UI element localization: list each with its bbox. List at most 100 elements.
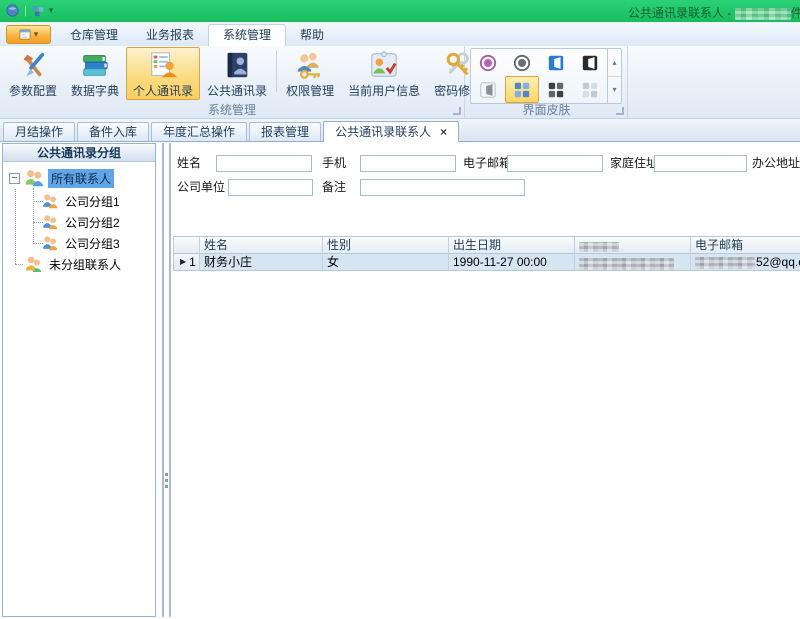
doc-tab-parts-inbound[interactable]: 备件入库: [77, 122, 149, 141]
public-contacts-label: 公共通讯录: [207, 82, 267, 99]
skin-squares-dark-icon: [547, 81, 565, 99]
grid-header-row: 姓名 性别 出生日期 电子邮箱: [174, 237, 800, 254]
name-label: 姓名: [177, 155, 201, 172]
skin-light-squares-disabled[interactable]: [573, 76, 607, 103]
email-input[interactable]: [507, 155, 603, 172]
ribbon-separator: [276, 50, 277, 92]
skin-office-blue-icon: [547, 54, 565, 72]
titlebar-separator: |: [24, 5, 27, 17]
tree-item-company-group1[interactable]: 公司分组1: [41, 191, 123, 211]
ribbon-tab-help[interactable]: 帮助: [286, 24, 338, 46]
skin-squares-light-icon: [581, 81, 599, 99]
system-group-label: 系统管理: [0, 103, 464, 117]
quick-access-icon[interactable]: [32, 5, 44, 17]
title-bar: | ▾ 公共通讯录联系人 - 件科: [0, 0, 800, 22]
personal-contacts-icon: [148, 50, 178, 80]
ribbon-tab-system[interactable]: 系统管理: [208, 24, 286, 46]
grid-data-row[interactable]: ▶ 1 财务小庄 女 1990-11-27 00:00 52@qq.com: [174, 254, 800, 271]
tab-close-icon[interactable]: ×: [440, 126, 447, 138]
skin-dark-squares[interactable]: [539, 76, 573, 103]
skin-gallery-cells: [471, 49, 607, 103]
skin-gallery-scroll: ▴ ▾: [607, 49, 621, 103]
company-label: 公司单位: [177, 179, 225, 196]
skin-purple-orb[interactable]: [471, 49, 505, 76]
email-visible-part: 52@qq.com: [756, 255, 800, 269]
contact-groups-panel-title: 公共通讯录分组: [3, 144, 155, 162]
panel-splitter[interactable]: [162, 143, 171, 617]
doc-tab-report-mgmt[interactable]: 报表管理: [249, 122, 321, 141]
tree-connector-line: [15, 264, 23, 265]
permissions-button[interactable]: 权限管理: [279, 47, 341, 100]
skin-group-dialog-launcher-icon[interactable]: [616, 107, 624, 115]
splitter-grip-icon: [165, 473, 168, 488]
censored-value: [695, 257, 755, 269]
skin-orb-purple-icon: [479, 54, 497, 72]
grid-header-email[interactable]: 电子邮箱: [691, 237, 800, 254]
public-contacts-button[interactable]: 公共通讯录: [200, 47, 274, 100]
tree-item-all-contacts[interactable]: − 所有联系人: [9, 168, 114, 188]
public-contacts-icon: [222, 50, 252, 80]
current-user-info-button[interactable]: 当前用户信息: [341, 47, 427, 100]
params-config-label: 参数配置: [9, 82, 57, 99]
current-user-info-label: 当前用户信息: [348, 82, 420, 99]
email-label: 电子邮箱: [463, 155, 511, 172]
permissions-label: 权限管理: [286, 82, 334, 99]
doc-tab-public-contacts[interactable]: 公共通讯录联系人 ×: [323, 121, 459, 142]
grid-header-name[interactable]: 姓名: [200, 237, 323, 254]
skin-gray-orb[interactable]: [505, 49, 539, 76]
tree-collapse-icon[interactable]: −: [9, 173, 20, 184]
app-orb-icon: [6, 4, 19, 17]
home-address-input[interactable]: [654, 155, 747, 172]
ribbon-tab-warehouse[interactable]: 仓库管理: [56, 24, 132, 46]
application-menu-dropdown-icon: ▾: [34, 29, 39, 40]
grid-header-mobile-censored[interactable]: [575, 237, 691, 254]
censored-header: [579, 242, 619, 252]
skin-white-office[interactable]: [471, 76, 505, 103]
mobile-label: 手机: [322, 155, 346, 172]
skin-orb-gray-icon: [513, 54, 531, 72]
window-title-suffix: 件科: [791, 6, 800, 20]
skin-blue-squares-selected[interactable]: [505, 76, 539, 103]
contact-detail-panel: 姓名 手机 电子邮箱 家庭住址 办公地址 公司单位 备注 姓名 性别 出生日期 …: [173, 142, 800, 619]
gallery-scroll-up-icon[interactable]: ▴: [608, 49, 621, 77]
doc-tab-month-close[interactable]: 月结操作: [3, 122, 75, 141]
doc-tab-annual-summary[interactable]: 年度汇总操作: [151, 122, 247, 141]
skin-black-office[interactable]: [573, 49, 607, 76]
tree-connector-line: [33, 188, 34, 244]
tree-item-company-group2-label: 公司分组2: [62, 213, 123, 232]
tree-item-ungrouped-contacts[interactable]: 未分组联系人: [23, 254, 124, 274]
grid-row-indicator: ▶ 1: [174, 254, 200, 271]
tree-item-company-group3[interactable]: 公司分组3: [41, 233, 123, 253]
quick-access-dropdown-icon[interactable]: ▾: [49, 5, 54, 16]
censored-value: [579, 258, 674, 270]
company-input[interactable]: [228, 179, 313, 196]
cell-name: 财务小庄: [200, 254, 323, 271]
subgroup-icon: [41, 234, 59, 252]
ribbon-tab-reports[interactable]: 业务报表: [132, 24, 208, 46]
params-config-button[interactable]: 参数配置: [2, 47, 64, 100]
note-input[interactable]: [360, 179, 525, 196]
name-input[interactable]: [216, 155, 312, 172]
system-group-dialog-launcher-icon[interactable]: [453, 107, 461, 115]
office-address-label: 办公地址: [752, 155, 800, 172]
contacts-grid: 姓名 性别 出生日期 电子邮箱 ▶ 1 财务小庄 女 1990-11-27 00…: [173, 236, 800, 271]
window-title-prefix: 公共通讯录联系人 -: [628, 6, 735, 20]
ribbon-tabs: 仓库管理 业务报表 系统管理 帮助: [56, 22, 338, 46]
skin-blue-office[interactable]: [539, 49, 573, 76]
personal-contacts-label: 个人通讯录: [133, 82, 193, 99]
application-menu-button[interactable]: ▾: [6, 25, 51, 44]
grid-header-gender[interactable]: 性别: [323, 237, 449, 254]
gallery-scroll-down-icon[interactable]: ▾: [608, 77, 621, 104]
tools-icon: [18, 50, 48, 80]
data-dictionary-button[interactable]: 数据字典: [64, 47, 126, 100]
cell-birthdate: 1990-11-27 00:00: [449, 254, 575, 271]
mobile-input[interactable]: [360, 155, 456, 172]
ribbon-group-skin: ▴ ▾ 界面皮肤: [466, 46, 628, 118]
titlebar-icons: | ▾: [6, 4, 53, 17]
grid-header-birthdate[interactable]: 出生日期: [449, 237, 575, 254]
tree-item-company-group1-label: 公司分组1: [62, 192, 123, 211]
doc-tab-public-contacts-label: 公共通讯录联系人: [335, 122, 431, 142]
tree-item-company-group2[interactable]: 公司分组2: [41, 212, 123, 232]
personal-contacts-button[interactable]: 个人通讯录: [126, 47, 200, 100]
skin-group-label: 界面皮肤: [466, 103, 627, 117]
